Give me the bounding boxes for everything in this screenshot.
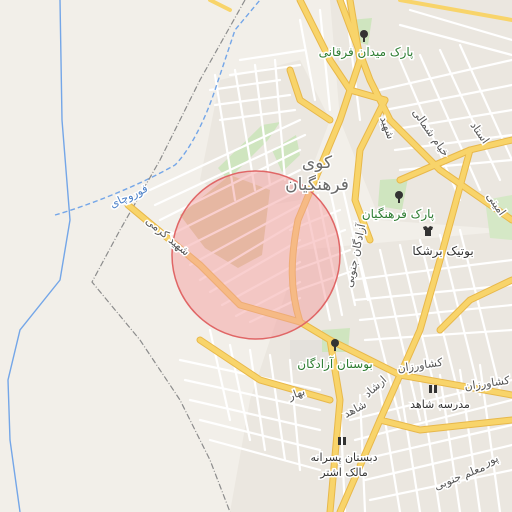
map-canvas[interactable]: پارک میدان فرقانی کوی فرهنگیان پارک فرهن… [0, 0, 512, 512]
poi-label-park-farhangian[interactable]: پارک فرهنگیان [360, 206, 435, 224]
poi-label-boutique-barshoka[interactable]: بوتیک برشکا [411, 243, 475, 261]
district-label-kuy: کوی [302, 153, 333, 173]
poi-label-madrese-shahed[interactable]: مدرسه شاهد [409, 397, 472, 413]
poi-label-malek-ashtar[interactable]: مالک اشتر [318, 465, 370, 481]
poi-label-park-meydan-forghani[interactable]: پارک میدان فرقانی [317, 44, 415, 62]
highlight-circle[interactable] [171, 170, 341, 340]
poi-label-dabestan[interactable]: دبستان پسرانه [309, 450, 379, 466]
district-label-farhangian: فرهنگیان [285, 174, 349, 195]
poi-label-bustan-azadegan[interactable]: بوستان آزادگان [296, 355, 375, 374]
map-svg: پارک میدان فرقانی کوی فرهنگیان پارک فرهن… [0, 0, 512, 512]
